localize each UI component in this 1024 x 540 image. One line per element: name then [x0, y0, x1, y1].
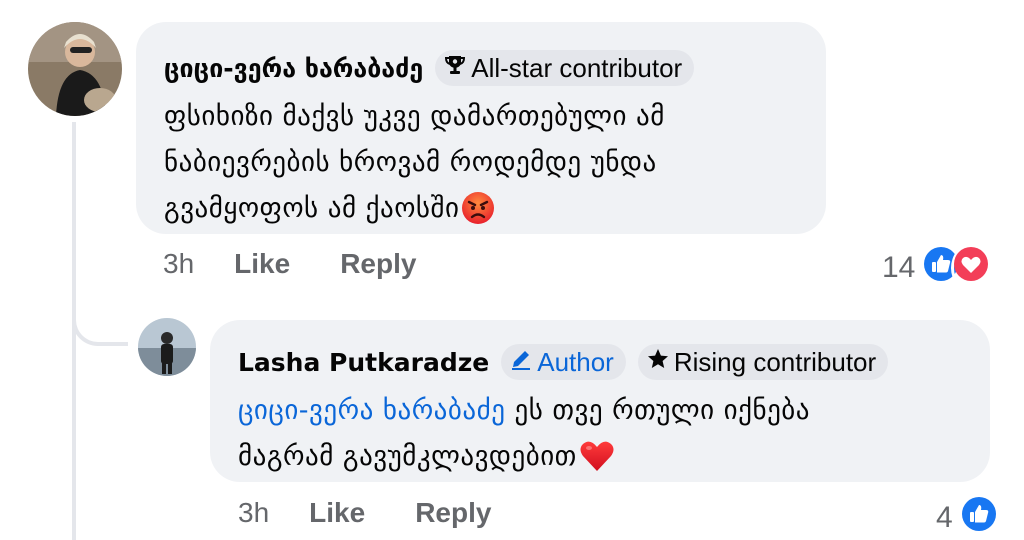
trophy-icon: [443, 53, 471, 84]
reply-button[interactable]: Reply: [415, 497, 491, 529]
red-heart-icon: [579, 439, 615, 488]
reply-bubble: Lasha Putkaradze Author Rising contribut…: [210, 320, 990, 482]
user-mention-link[interactable]: ციცი-ვერა ხარაბაძე: [238, 395, 505, 426]
comment-bubble: ციცი-ვერა ხარაბაძე All-star contributor …: [136, 22, 826, 234]
reaction-summary[interactable]: 14: [882, 244, 992, 292]
reply-text: ციცი-ვერა ხარაბაძე ეს თვე რთული იქნება მ…: [238, 388, 960, 488]
avatar[interactable]: [138, 318, 196, 376]
angry-face-icon: [461, 191, 495, 240]
reaction-summary[interactable]: 4: [936, 494, 999, 540]
comment-author-name[interactable]: ციცი-ვერა ხარაბაძე: [164, 54, 423, 83]
reply-button[interactable]: Reply: [340, 248, 416, 280]
reaction-count: 4: [936, 501, 953, 534]
reply-actions: 3h Like Reply: [238, 497, 541, 529]
comment-timestamp[interactable]: 3h: [163, 248, 194, 280]
comment-thread: ციცი-ვერა ხარაბაძე All-star contributor …: [0, 0, 1024, 540]
author-badge[interactable]: Author: [501, 344, 626, 380]
reply-connector-curve: [72, 300, 128, 346]
avatar[interactable]: [28, 22, 122, 116]
comment-timestamp[interactable]: 3h: [238, 497, 269, 529]
comment-author-name[interactable]: Lasha Putkaradze: [238, 348, 489, 377]
comment-actions: 3h Like Reply: [163, 248, 466, 280]
love-icon: [951, 244, 992, 292]
all-star-contributor-badge[interactable]: All-star contributor: [435, 50, 695, 86]
reaction-count: 14: [882, 251, 916, 284]
comment-text: ფსიხიზი მაქვს უკვე დამართებული ამ ნაბიევ…: [164, 94, 796, 240]
pencil-icon: [509, 347, 537, 378]
like-button[interactable]: Like: [234, 248, 290, 280]
like-button[interactable]: Like: [309, 497, 365, 529]
star-icon: [646, 347, 674, 378]
like-icon: [958, 494, 999, 540]
rising-contributor-badge[interactable]: Rising contributor: [637, 344, 889, 380]
